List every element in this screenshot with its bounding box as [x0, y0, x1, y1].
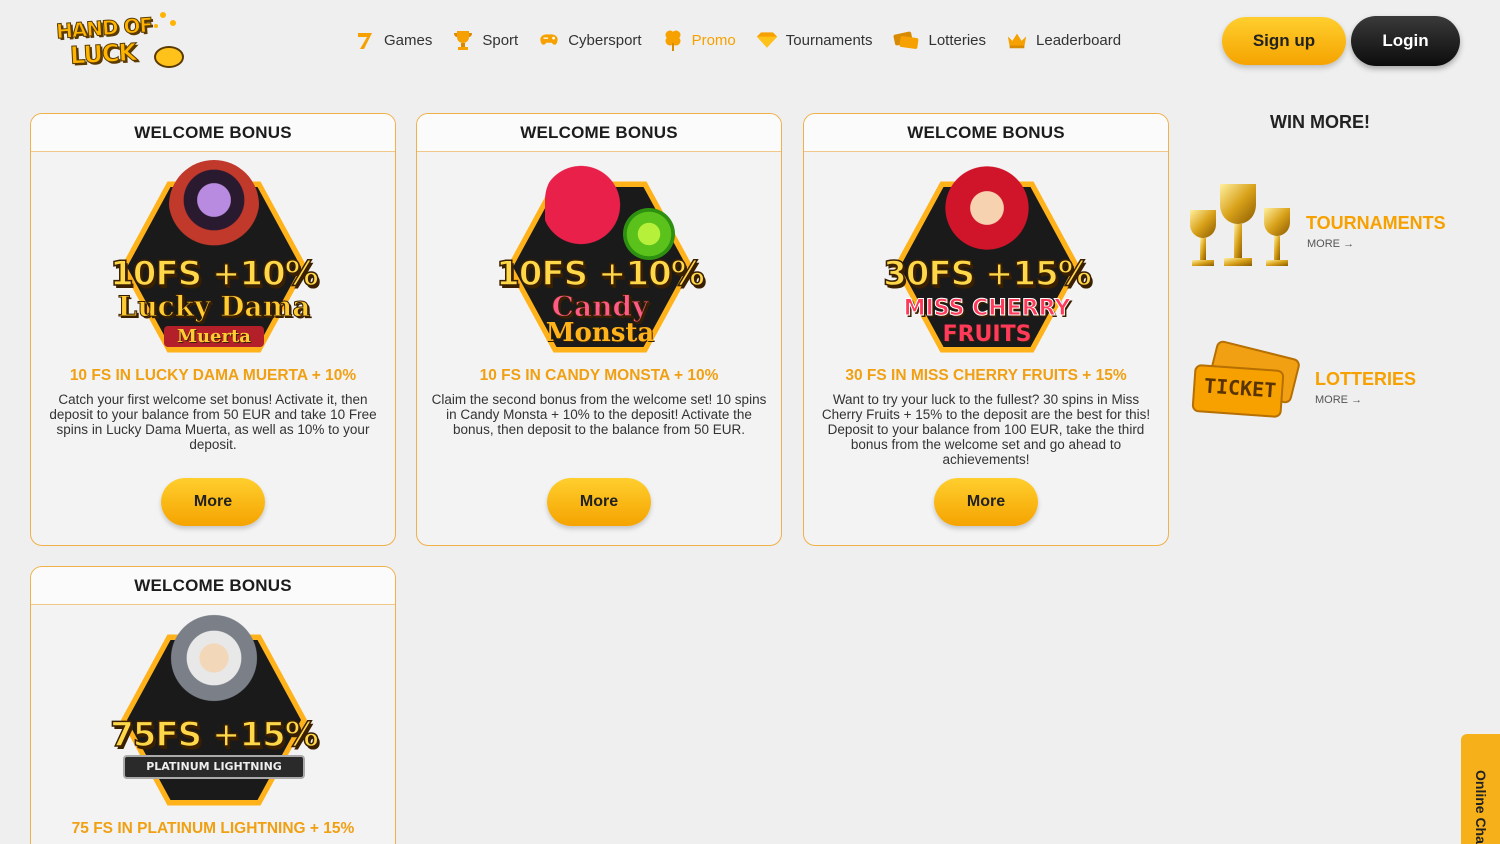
logo-line2: LUCK [69, 38, 138, 70]
sidebar-item-name: TOURNAMENTS [1306, 213, 1446, 233]
promo-card: WELCOME BONUS 30FS +15% MISS CHERRY FRUI… [803, 113, 1169, 546]
logo-line1: HAND OF [55, 12, 154, 44]
promo-card: WELCOME BONUS 10FS +10% Lucky Dama Muert… [30, 113, 396, 546]
card-description: Claim the second bonus from the welcome … [431, 392, 767, 437]
nav-label: Games [384, 31, 433, 49]
card-title: 10 FS IN CANDY MONSTA + 10% [479, 367, 719, 384]
diamond-icon [756, 29, 778, 51]
more-label: MORE [1315, 394, 1348, 406]
card-description: Want to try your luck to the fullest? 30… [821, 392, 1151, 467]
ticket-text: TICKET [1203, 373, 1277, 403]
nav-label: Leaderboard [1036, 31, 1122, 49]
clover-icon [662, 29, 684, 51]
sparkle-icon [160, 12, 166, 18]
more-button[interactable]: More [161, 478, 265, 526]
card-header: WELCOME BONUS [31, 114, 395, 152]
crown-icon [1006, 29, 1028, 51]
header: HAND OF LUCK Games Sport Cybersport Prom… [0, 0, 1500, 90]
nav-label: Promo [691, 31, 736, 49]
trophy-icon [452, 29, 474, 51]
more-button[interactable]: More [934, 478, 1038, 526]
nav-item-tournaments[interactable]: Tournaments [756, 28, 873, 52]
card-header: WELCOME BONUS [417, 114, 781, 152]
art-game-subname: FRUITS [942, 322, 1032, 347]
promo-image: 10FS +10% Candy Monsta [417, 152, 781, 364]
art-bonus-text: 30FS +15% [882, 253, 1092, 295]
art-game-subname: Monsta [545, 318, 655, 348]
sparkle-icon [170, 20, 176, 26]
nav-label: Lotteries [928, 31, 987, 49]
promo-image: 75FS +15% PLATINUM LIGHTNING [31, 605, 395, 817]
nav-item-games[interactable]: Games [354, 28, 432, 52]
arrow-right-icon: → [1351, 394, 1363, 406]
tickets-icon [892, 29, 920, 51]
gamepad-icon [538, 29, 560, 51]
card-header: WELCOME BONUS [31, 567, 395, 605]
nav-label: Cybersport [568, 31, 642, 49]
sparkle-icon [154, 24, 158, 28]
more-link[interactable]: MORE → [1307, 238, 1354, 250]
candy-illustration [623, 208, 675, 260]
coin-icon [154, 46, 184, 68]
promo-image: 30FS +15% MISS CHERRY FRUITS [804, 152, 1168, 364]
card-title: 10 FS IN LUCKY DAMA MUERTA + 10% [69, 367, 357, 384]
seven-icon [354, 29, 376, 51]
main-nav: Games Sport Cybersport Promo Tournaments [354, 28, 1141, 52]
card-title: 30 FS IN MISS CHERRY FRUITS + 15% [845, 367, 1127, 384]
more-button[interactable]: More [547, 478, 651, 526]
arrow-right-icon: → [1343, 238, 1355, 250]
nav-item-leaderboard[interactable]: Leaderboard [1006, 28, 1121, 52]
logo[interactable]: HAND OF LUCK [52, 10, 186, 72]
promo-card: WELCOME BONUS 10FS +10% Candy Monsta 10 … [416, 113, 782, 546]
online-chat-label: Online Chat [1473, 770, 1489, 844]
character-illustration [942, 160, 1032, 260]
login-button[interactable]: Login [1351, 16, 1460, 66]
monster-illustration [545, 160, 625, 260]
art-bonus-text: 10FS +10% [109, 253, 319, 295]
art-game-subname: Muerta [164, 326, 264, 347]
sidebar-item-name: LOTTERIES [1315, 369, 1417, 389]
art-game-name: Lucky Dama [117, 290, 311, 324]
more-label: MORE [1307, 238, 1340, 250]
art-bonus-text: 10FS +10% [495, 253, 705, 295]
more-link[interactable]: MORE → [1315, 394, 1362, 406]
promo-card: WELCOME BONUS 75FS +15% PLATINUM LIGHTNI… [30, 566, 396, 844]
art-bonus-text: 75FS +15% [109, 714, 319, 756]
promo-image: 10FS +10% Lucky Dama Muerta [31, 152, 395, 364]
nav-item-sport[interactable]: Sport [452, 28, 518, 52]
nav-label: Sport [482, 31, 519, 49]
character-illustration [169, 160, 259, 260]
nav-label: Tournaments [785, 31, 873, 49]
nav-item-lotteries[interactable]: Lotteries [892, 28, 986, 52]
ticket-icon: TICKET [1190, 340, 1302, 426]
sidebar-item-lotteries[interactable]: TICKET LOTTERIES MORE → [1186, 336, 1476, 436]
character-illustration [169, 613, 259, 713]
nav-item-cybersport[interactable]: Cybersport [538, 28, 642, 52]
sidebar-item-tournaments[interactable]: TOURNAMENTS MORE → [1186, 180, 1476, 280]
card-header: WELCOME BONUS [804, 114, 1168, 152]
win-more-title: WIN MORE! [1270, 112, 1370, 132]
art-game-name: MISS CHERRY [903, 296, 1071, 322]
trophies-icon [1186, 180, 1296, 279]
card-title: 75 FS IN PLATINUM LIGHTNING + 15% [71, 820, 355, 837]
art-game-name: PLATINUM LIGHTNING [123, 755, 305, 779]
card-description: Catch your first welcome set bonus! Acti… [49, 392, 377, 452]
signup-button[interactable]: Sign up [1222, 17, 1346, 65]
online-chat-tab[interactable]: Online Chat [1461, 734, 1500, 844]
nav-item-promo[interactable]: Promo [662, 28, 736, 52]
